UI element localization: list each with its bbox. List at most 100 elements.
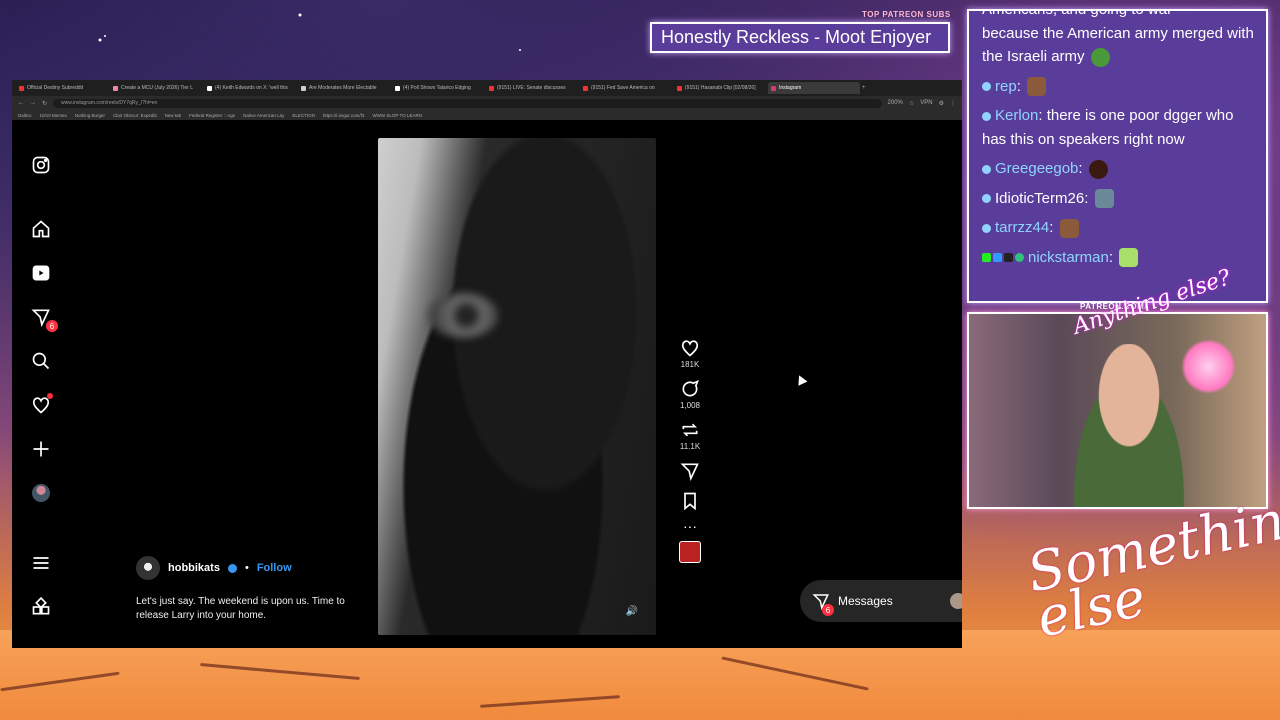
instagram-page: 6 🔊 hobbikats • Follow Let's just say. T… [12, 120, 962, 648]
messages-pill[interactable]: 6 Messages ··· [800, 580, 962, 622]
chat-username: Greegeegob [995, 160, 1079, 177]
comment-count: 1,008 [679, 401, 701, 410]
share-action[interactable] [677, 461, 703, 481]
url-field[interactable]: www.instagram.com/reels/DY7qRy_/?hl=en [53, 98, 882, 108]
pepe-emote-icon [1090, 47, 1110, 67]
chat-username: Kerlon [995, 107, 1039, 124]
bookmark-item[interactable]: Federal Register :: Age [189, 113, 235, 118]
sub-badge-icon [982, 164, 991, 174]
comment-action[interactable]: 1,008 [677, 379, 703, 410]
chat-message: Kerlon: there is one poor dgger who has … [982, 107, 1234, 148]
tab-title: Official Destiny Subreddit [27, 85, 84, 91]
repost-action[interactable]: 11.1K [677, 420, 703, 451]
direct-messages-icon[interactable]: 6 [30, 306, 58, 332]
vpn-button[interactable]: VPN [920, 100, 932, 106]
messages-label: Messages [838, 594, 893, 608]
create-plus-icon[interactable] [30, 438, 52, 460]
save-action[interactable] [677, 491, 703, 511]
browser-tab[interactable]: (4) Keith Edwards on X: 'well this [204, 82, 296, 94]
chat-message: Greegeegob: [982, 157, 1258, 181]
tab-favicon [489, 85, 494, 91]
avatar [949, 592, 962, 610]
reel-caption: hobbikats • Follow Let's just say. The w… [136, 556, 366, 623]
emote-icon [1088, 159, 1108, 179]
bookmark-item[interactable]: Nothing Burger [75, 113, 105, 118]
message-avatars: ··· [949, 592, 962, 610]
home-icon[interactable] [30, 218, 52, 240]
tab-favicon [19, 85, 24, 91]
browser-tab[interactable]: (4) Poll Shows Talarico Edging [392, 82, 484, 94]
chat-message: tarrzz44: [982, 216, 1258, 240]
bookmark-star-icon[interactable]: ☆ [909, 100, 914, 107]
bookmark-item[interactable]: Daltics [18, 113, 32, 118]
repost-count: 11.1K [679, 442, 701, 451]
audio-thumbnail[interactable] [679, 541, 701, 563]
sub-badge-icon [982, 194, 991, 204]
meta-apps-icon[interactable] [30, 596, 52, 618]
chat-message: IdioticTerm26: [982, 187, 1258, 211]
browser-tab[interactable]: Official Destiny Subreddit [16, 82, 108, 94]
heart-icon[interactable] [680, 338, 700, 358]
extensions-icon[interactable]: ⚙ [939, 100, 944, 107]
repost-icon[interactable] [680, 420, 700, 440]
bookmark-item[interactable]: New tab [165, 113, 182, 118]
reel-video[interactable]: 🔊 [378, 138, 656, 635]
chat-panel: Americans, and going to war because the … [967, 9, 1268, 303]
browser-tab[interactable]: Are Moderates More Electable [298, 82, 390, 94]
browser-tab[interactable]: (9151) Hasanabi Clip [02/08/26] [674, 82, 766, 94]
chat-messages: Americans, and going to war because the … [982, 11, 1258, 275]
zoom-level[interactable]: 200% [888, 100, 903, 106]
chat-message: rep: [982, 75, 1258, 99]
bookmark-icon[interactable] [680, 491, 700, 511]
bookmark-item[interactable]: Native American Lay [243, 113, 284, 118]
bookmark-item[interactable]: ELECTION [292, 113, 315, 118]
menu-icon[interactable]: ⋮ [950, 100, 956, 107]
volume-icon[interactable]: 🔊 [626, 606, 638, 617]
tab-title: (9151) Hasanabi Clip [02/08/26] [685, 85, 756, 91]
reload-icon[interactable]: ↻ [42, 100, 47, 107]
browser-tab[interactable]: Create a MCU (July 2026) Tier L [110, 82, 202, 94]
tab-title: (4) Poll Shows Talarico Edging [403, 85, 471, 91]
reels-icon[interactable] [30, 262, 52, 284]
url-text: www.instagram.com/reels/DY7qRy_/?hl=en [61, 100, 158, 106]
badge-icon [982, 253, 991, 263]
streamer [1059, 344, 1199, 507]
browser-tab[interactable]: (9151) LIVE: Senate discusses [486, 82, 578, 94]
forward-icon[interactable]: → [30, 100, 36, 106]
new-tab-icon[interactable]: + [862, 85, 866, 91]
notifications-heart-icon[interactable] [30, 393, 53, 416]
bookmark-item[interactable]: WWW SLOP TO LEARN [372, 113, 422, 118]
share-icon[interactable] [680, 461, 700, 481]
badge-icon [993, 253, 1002, 263]
tab-favicon [301, 85, 306, 91]
sub-badge-icon [982, 111, 991, 121]
comment-icon[interactable] [680, 379, 700, 399]
top-patreon-label: TOP PATREON SUBS [862, 10, 951, 19]
like-count: 181K [680, 360, 700, 369]
search-icon[interactable] [30, 350, 52, 372]
top-patreon-name: Honestly Reckless - Moot Enjoyer [661, 27, 932, 47]
tab-bar: Official Destiny Subreddit Create a MCU … [12, 80, 962, 96]
emote-icon [1027, 77, 1047, 97]
author-username[interactable]: hobbikats [168, 562, 220, 574]
verified-badge-icon [227, 563, 237, 573]
more-options-icon[interactable]: ··· [677, 519, 703, 533]
tab-favicon [395, 85, 400, 91]
bookmark-item[interactable]: 10/10 Memes [40, 113, 67, 118]
bookmarks-bar: Daltics 10/10 Memes Nothing Burger Clair… [12, 110, 962, 120]
like-action[interactable]: 181K [677, 338, 703, 369]
emote-icon [1059, 218, 1079, 238]
chat-username: rep [995, 77, 1017, 95]
bookmark-item[interactable]: https://i.imgur.com/f3 [323, 113, 365, 118]
back-icon[interactable]: ← [18, 100, 24, 106]
browser-tab[interactable]: (9151) Fed Save America on [580, 82, 672, 94]
tab-favicon [207, 85, 212, 91]
more-menu-icon[interactable] [30, 552, 52, 574]
tab-title: (9151) LIVE: Senate discusses [497, 85, 566, 91]
instagram-logo-icon[interactable] [30, 154, 52, 176]
author-avatar[interactable] [136, 556, 160, 580]
bookmark-item[interactable]: Clair Obscur: Expediti [113, 113, 157, 118]
follow-button[interactable]: Follow [257, 562, 292, 574]
profile-avatar[interactable] [30, 482, 52, 504]
browser-tab-active[interactable]: Instagram [768, 82, 860, 94]
